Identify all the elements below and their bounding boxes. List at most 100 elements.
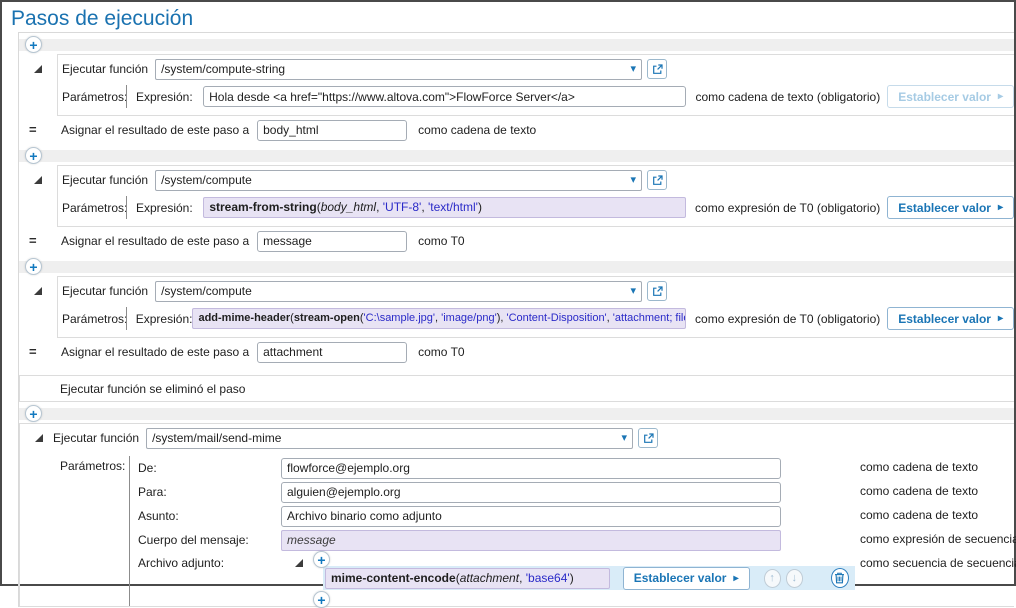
step-1-box: Ejecutar función /system/compute-string … xyxy=(57,54,1014,116)
function-select[interactable]: /system/compute-string ▾ xyxy=(155,59,642,80)
down-arrow-icon: ↓ xyxy=(792,572,798,584)
set-value-arrow-icon: ▸ xyxy=(998,202,1003,213)
expression-value[interactable]: stream-from-string(body_html, 'UTF-8', '… xyxy=(203,197,686,218)
function-select[interactable]: /system/compute ▾ xyxy=(155,170,642,191)
expression-label: Expresión: xyxy=(136,90,203,104)
insert-attachment-strip: + xyxy=(313,592,333,606)
external-link-icon xyxy=(652,286,663,297)
assign-result-label: Asignar el resultado de este paso a xyxy=(61,234,249,248)
add-attachment-button[interactable]: + xyxy=(313,591,330,608)
add-step-button[interactable]: + xyxy=(25,405,42,422)
function-select-value: /system/compute xyxy=(161,173,630,187)
message-body-expression[interactable]: message xyxy=(281,530,781,551)
delete-attachment-button[interactable] xyxy=(831,568,849,588)
plus-icon: + xyxy=(29,148,37,164)
equals-icon: = xyxy=(29,344,37,359)
step-4-function-row: Ejecutar función /system/mail/send-mime … xyxy=(20,424,1014,452)
set-value-label: Establecer valor xyxy=(898,90,991,104)
plus-icon: + xyxy=(317,592,325,608)
step-1-parameters-row: Parámetros: Expresión: como cadena de te… xyxy=(58,83,1014,115)
parameters-label: Parámetros: xyxy=(62,201,126,215)
equals-icon: = xyxy=(29,122,37,137)
collapse-triangle-icon[interactable] xyxy=(34,287,42,295)
assign-variable-input[interactable] xyxy=(257,120,407,141)
move-up-button[interactable]: ↑ xyxy=(764,569,781,588)
flowforce-execution-steps-screen: { "title": "Pasos de ejecución", "labels… xyxy=(0,0,1016,586)
move-down-button[interactable]: ↓ xyxy=(786,569,803,588)
attachment-expression[interactable]: mime-content-encode(attachment, 'base64'… xyxy=(325,568,610,589)
step-4-box: Ejecutar función /system/mail/send-mime … xyxy=(19,423,1014,607)
step-2-box: Ejecutar función /system/compute ▾ Parám… xyxy=(57,165,1014,227)
field-label: Asunto: xyxy=(138,509,281,523)
divider xyxy=(126,85,127,108)
dropdown-arrow-icon: ▾ xyxy=(631,286,637,297)
mail-field-body: Cuerpo del mensaje: message como expresi… xyxy=(138,528,1014,552)
set-value-button[interactable]: Establecer valor ▸ xyxy=(887,85,1014,108)
assign-result-label: Asignar el resultado de este paso a xyxy=(61,123,249,137)
insert-step-strip: + xyxy=(19,261,1014,273)
step-1-assign-row: = Asignar el resultado de este paso a co… xyxy=(57,116,1014,144)
set-value-label: Establecer valor xyxy=(634,571,727,585)
expression-value[interactable]: add-mime-header(stream-open('C:\sample.j… xyxy=(192,308,686,329)
set-value-button[interactable]: Establecer valor ▸ xyxy=(623,567,750,590)
insert-step-strip: + xyxy=(19,408,1014,420)
external-link-icon xyxy=(652,175,663,186)
collapse-triangle-icon[interactable] xyxy=(295,559,303,567)
assign-variable-input[interactable] xyxy=(257,231,407,252)
execute-function-label: Ejecutar función xyxy=(53,431,139,445)
collapse-triangle-icon[interactable] xyxy=(34,176,42,184)
step-3-parameters-row: Parámetros: Expresión: add-mime-header(s… xyxy=(58,305,1014,337)
parameters-label: Parámetros: xyxy=(62,90,126,104)
dropdown-arrow-icon: ▾ xyxy=(622,433,628,444)
plus-icon: + xyxy=(29,406,37,422)
step-3-box: Ejecutar función /system/compute ▾ Parám… xyxy=(57,276,1014,338)
execute-function-label: Ejecutar función xyxy=(62,284,148,298)
set-value-label: Establecer valor xyxy=(898,312,991,326)
attachment-row-selected[interactable]: mime-content-encode(attachment, 'base64'… xyxy=(323,566,855,590)
expression-label: Expresión: xyxy=(136,201,203,215)
subject-input[interactable] xyxy=(281,506,781,527)
from-input[interactable] xyxy=(281,458,781,479)
function-select[interactable]: /system/mail/send-mime ▾ xyxy=(146,428,633,449)
open-function-button[interactable] xyxy=(638,428,658,448)
expression-input[interactable] xyxy=(203,86,686,107)
execute-function-label: Ejecutar función xyxy=(62,173,148,187)
function-select[interactable]: /system/compute ▾ xyxy=(155,281,642,302)
to-input[interactable] xyxy=(281,482,781,503)
add-step-button[interactable]: + xyxy=(25,258,42,275)
external-link-icon xyxy=(652,64,663,75)
field-label: Cuerpo del mensaje: xyxy=(138,533,281,547)
step-3-function-row: Ejecutar función /system/compute ▾ xyxy=(58,277,1014,305)
set-value-button[interactable]: Establecer valor ▸ xyxy=(887,196,1014,219)
parameter-type-note: como expresión de T0 (obligatorio) xyxy=(695,201,880,215)
mail-fields: De: como cadena de texto Para: como cade… xyxy=(130,456,1014,606)
deleted-step-text: Ejecutar función se eliminó el paso xyxy=(60,382,245,396)
add-step-button[interactable]: + xyxy=(25,147,42,164)
set-value-button[interactable]: Establecer valor ▸ xyxy=(887,307,1014,330)
attachment-list: + mime-content-encode(attachment, 'base6… xyxy=(313,552,855,606)
divider xyxy=(126,307,127,330)
open-function-button[interactable] xyxy=(647,59,667,79)
open-function-button[interactable] xyxy=(647,170,667,190)
assign-variable-input[interactable] xyxy=(257,342,407,363)
trash-icon xyxy=(834,572,845,584)
step-1-function-row: Ejecutar función /system/compute-string … xyxy=(58,55,1014,83)
insert-step-strip: + xyxy=(19,150,1014,162)
dropdown-arrow-icon: ▾ xyxy=(631,64,637,75)
dropdown-arrow-icon: ▾ xyxy=(631,175,637,186)
parameters-label: Parámetros: xyxy=(62,312,126,326)
collapse-triangle-icon[interactable] xyxy=(35,434,43,442)
plus-icon: + xyxy=(317,552,325,568)
collapse-triangle-icon[interactable] xyxy=(34,65,42,73)
field-label: De: xyxy=(138,461,281,475)
insert-step-strip: + xyxy=(19,39,1014,51)
step-2-parameters-row: Parámetros: Expresión: stream-from-strin… xyxy=(58,194,1014,226)
set-value-arrow-icon: ▸ xyxy=(998,91,1003,102)
add-attachment-button[interactable]: + xyxy=(313,551,330,568)
field-type-note: como cadena de texto xyxy=(860,508,978,522)
add-step-button[interactable]: + xyxy=(25,36,42,53)
open-function-button[interactable] xyxy=(647,281,667,301)
mail-field-attachment: Archivo adjunto: + mime-content-encode(a… xyxy=(138,552,1014,606)
step-2-function-row: Ejecutar función /system/compute ▾ xyxy=(58,166,1014,194)
external-link-icon xyxy=(643,433,654,444)
